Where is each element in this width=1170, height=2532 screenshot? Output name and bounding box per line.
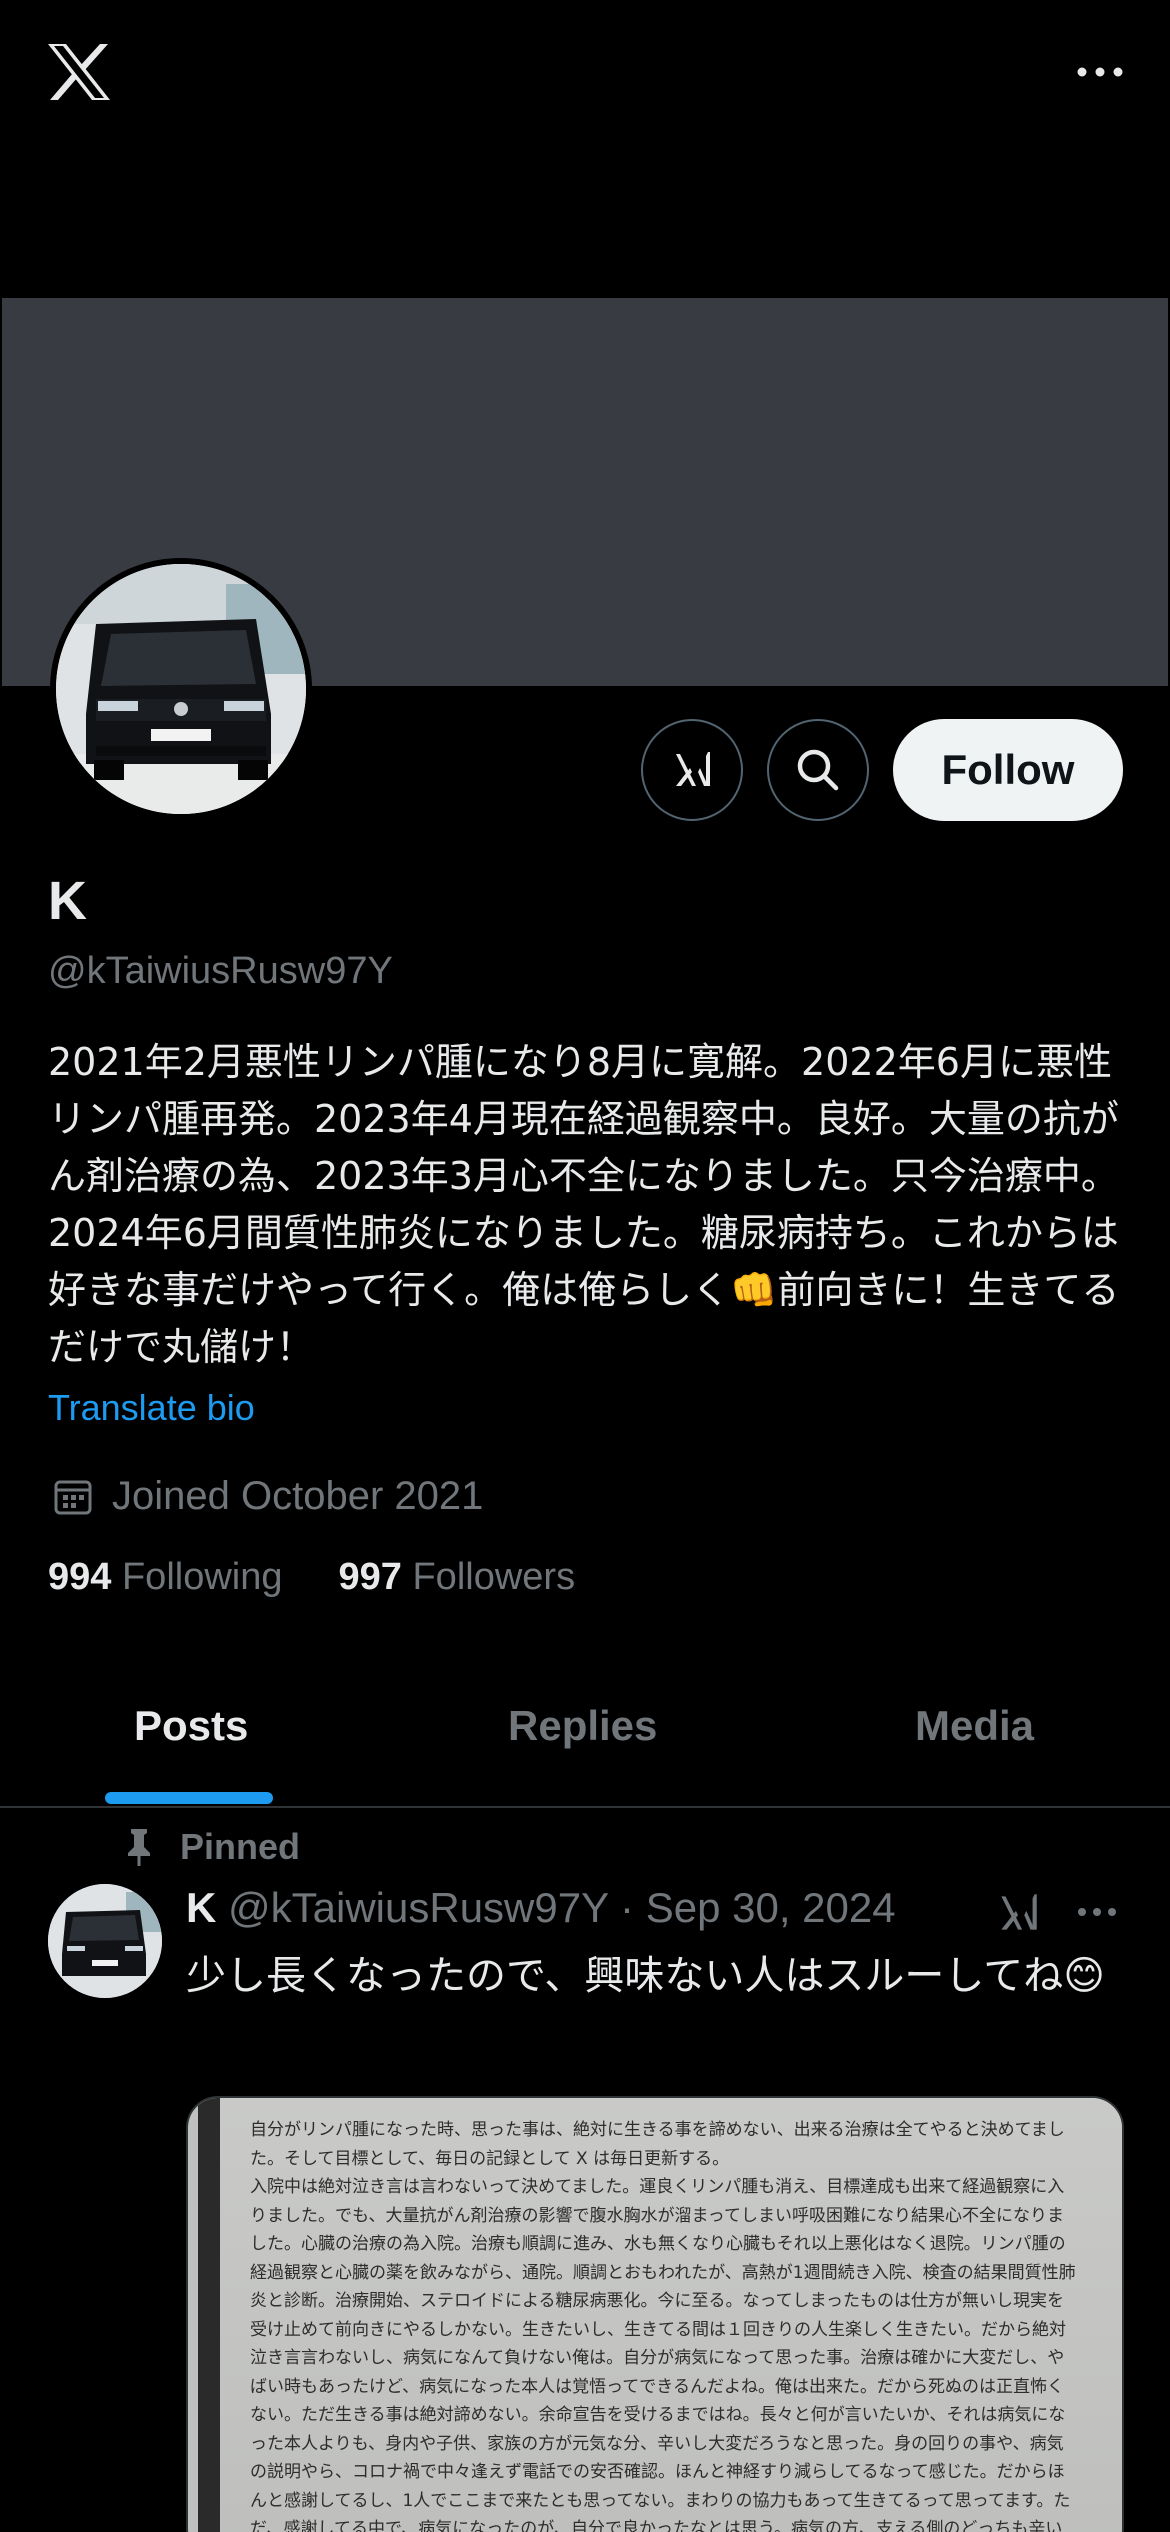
document-line: 泣き言言わないし、病気になんて負けない俺は。自分が病気になって思った事。治療は確… [250, 2348, 1065, 2368]
followers-stat[interactable]: 997 Followers [339, 1556, 576, 1599]
document-line: だ、感謝してる中で、病気になったのが、自分で良かったなとは思う。病気の方、支える… [250, 2519, 1063, 2532]
tweet-text: 少し長くなったので、興味ない人はスルーしてね😊 [186, 1953, 1105, 1999]
profile-handle: @kTaiwiusRusw97Y [48, 950, 393, 992]
document-line: の説明やら、コロナ禍で中々逢えず電話での安否確認。ほんと神経すり減らしてるなって… [250, 2462, 1065, 2482]
profile-bio: 2021年2月悪性リンパ腫になり8月に寛解。2022年6月に悪性リンパ腫再発。2… [48, 1040, 1120, 1369]
tweet-more-icon[interactable] [1072, 1896, 1122, 1928]
document-line: た。そして目標として、毎日の記録として X は毎日更新する。 [250, 2148, 730, 2169]
pinned-label: Pinned [180, 1826, 301, 1867]
document-spine [198, 2098, 220, 2532]
pin-icon [128, 1829, 150, 1866]
tab-replies[interactable]: Replies [508, 1702, 657, 1750]
document-line: した。心臓の治療の為入院。治療も順調に進み、水も無くなり心臓もそれ以上悪化はなく… [250, 2234, 1066, 2254]
profile-tabs: Posts Replies Media [0, 1680, 1170, 1808]
tab-media[interactable]: Media [915, 1702, 1034, 1750]
follow-button[interactable]: Follow [893, 719, 1123, 821]
top-bar [0, 0, 1170, 150]
document-line: 経過観察と心臓の薬を飲みながら、通院。順調とおもわれたが、高熱が1週間続き入院、… [250, 2262, 1076, 2283]
tab-posts[interactable]: Posts [134, 1702, 248, 1750]
x-logo-icon[interactable] [46, 42, 112, 102]
document-line: 入院中は絶対泣き言は言わないって決めてました。運良くリンパ腫も消え、目標達成も出… [250, 2177, 1065, 2197]
following-label: Following [121, 1556, 283, 1598]
profile-page: Follow K @kTaiwiusRusw97Y 2021年2月悪性リンパ腫に… [0, 0, 1170, 2532]
calendar-icon [54, 1480, 92, 1515]
tweet-grok-icon[interactable] [993, 1888, 1043, 1938]
search-icon [797, 749, 839, 791]
tweet-date[interactable]: Sep 30, 2024 [646, 1884, 896, 1931]
document-line: 炎と診断。治療開始、ステロイドによる糖尿病悪化。今に至る。なってしまったものは仕… [250, 2291, 1064, 2311]
document-line: 自分がリンパ腫になった時、思った事は、絶対に生きる事を諦めない、出来る治療は全て… [250, 2120, 1065, 2140]
follow-stats: 994 Following 997 Followers [48, 1556, 575, 1599]
profile-avatar[interactable] [50, 558, 312, 820]
document-line: 受け止めて前向きにやるしかない。生きたいし、生きてる間は１回きりの人生楽しく生き… [250, 2319, 1066, 2340]
tweet-header: K @kTaiwiusRusw97Y · Sep 30, 2024 [186, 1884, 896, 1932]
document-line: った本人よりも、身内や子供、家族の方が元気な分、辛いし大変だろうなと思った。身の… [250, 2433, 1064, 2454]
translate-bio-link[interactable]: Translate bio [48, 1387, 255, 1429]
tweet-avatar-car-image [48, 1884, 162, 1998]
joined-text: Joined October 2021 [112, 1473, 484, 1518]
tweet-separator: · [620, 1884, 635, 1931]
following-count: 994 [48, 1556, 112, 1598]
joined-date: Joined October 2021 [52, 1468, 483, 1524]
tweet-author-handle[interactable]: @kTaiwiusRusw97Y [228, 1884, 608, 1931]
grok-button[interactable] [641, 719, 743, 821]
followers-label: Followers [412, 1556, 576, 1598]
document-line: ない。ただ生きる事は絶対諦めない。余命宣告を受けるまではね。長々と何が言いたいか… [250, 2405, 1066, 2425]
document-line: りました。でも、大量抗がん剤治療の影響で腹水胸水が溜まってしまい呼吸困難になり結… [250, 2205, 1064, 2226]
tweet-avatar[interactable] [48, 1884, 162, 1998]
document-photo: 自分がリンパ腫になった時、思った事は、絶対に生きる事を諦めない、出来る治療は全て… [198, 2098, 1122, 2532]
profile-display-name: K [48, 871, 87, 931]
more-horizontal-icon[interactable] [1070, 52, 1130, 92]
tweet-author-name[interactable]: K [186, 1884, 216, 1931]
following-stat[interactable]: 994 Following [48, 1556, 283, 1599]
active-tab-indicator [105, 1792, 273, 1804]
search-button[interactable] [767, 719, 869, 821]
grok-icon [676, 752, 710, 786]
tweet-media-image[interactable]: 自分がリンパ腫になった時、思った事は、絶対に生きる事を諦めない、出来る治療は全て… [186, 2096, 1124, 2532]
pinned-indicator: Pinned [122, 1826, 300, 1868]
document-line: んと感謝してるし、1人でここまで来たとも思ってない。まわりの協力もあって生きてる… [250, 2490, 1071, 2511]
document-line: ばい時もあったけど、病気になった本人は覚悟ってできるんだよね。俺は出来た。だから… [250, 2376, 1064, 2397]
followers-count: 997 [338, 1556, 402, 1598]
avatar-car-image [56, 564, 306, 814]
